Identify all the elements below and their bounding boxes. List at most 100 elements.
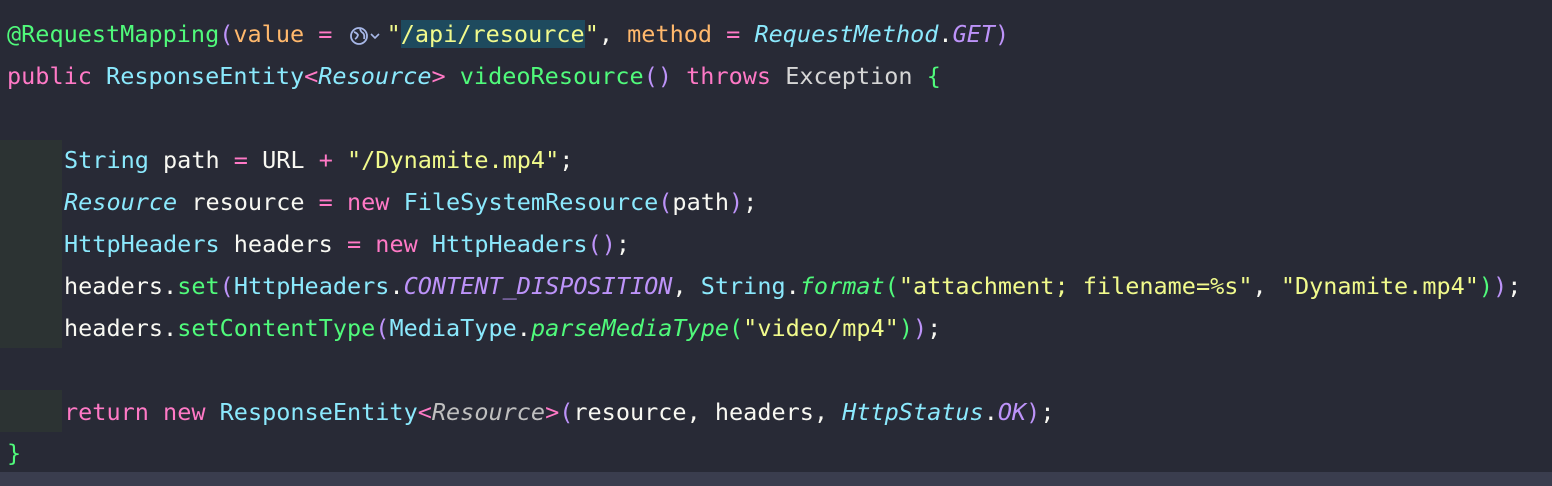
headers-object: headers xyxy=(64,314,164,342)
resource-type: Resource xyxy=(64,188,178,216)
operator: = xyxy=(233,146,248,174)
paren: ) xyxy=(1478,272,1494,300)
generic-open: < xyxy=(417,398,432,426)
set-method: set xyxy=(177,272,220,300)
format-method: format xyxy=(799,272,885,300)
dot: . xyxy=(163,272,178,300)
new-keyword: new xyxy=(163,398,206,426)
code-line-10[interactable]: } xyxy=(7,432,21,474)
comma: , xyxy=(598,20,628,48)
content-disposition-constant: CONTENT_DISPOSITION xyxy=(403,272,673,300)
dot: . xyxy=(163,314,178,342)
horizontal-scrollbar[interactable] xyxy=(0,472,1552,486)
dot: . xyxy=(516,314,531,342)
code-line-3[interactable]: String path = URL + "/Dynamite.mp4"; xyxy=(64,139,573,181)
new-keyword: new xyxy=(375,230,418,258)
semicolon: ; xyxy=(1040,398,1055,426)
semicolon: ; xyxy=(743,188,758,216)
code-line-5[interactable]: HttpHeaders headers = new HttpHeaders(); xyxy=(64,223,630,265)
headers-type: HttpHeaders xyxy=(64,230,220,258)
public-keyword: public xyxy=(7,62,107,90)
class-name: HttpHeaders xyxy=(233,272,390,300)
operator: = xyxy=(318,188,333,216)
code-editor[interactable]: @RequestMapping(value = "/api/resource",… xyxy=(0,0,1552,486)
semicolon: ; xyxy=(615,230,630,258)
method-param: method xyxy=(627,20,713,48)
headers-object: headers xyxy=(64,272,164,300)
resource-type: Resource xyxy=(318,62,432,90)
string-literal: "video/mp4" xyxy=(743,314,899,342)
class-name: HttpHeaders xyxy=(431,230,588,258)
paren: ) xyxy=(898,314,913,342)
open-brace: { xyxy=(926,62,941,90)
argument: path xyxy=(672,188,730,216)
request-mapping-annotation: @RequestMapping xyxy=(7,20,220,48)
generic-type: Resource xyxy=(431,398,546,426)
method-name: videoResource xyxy=(459,62,644,90)
get-constant: GET xyxy=(952,20,996,48)
semicolon: ; xyxy=(927,314,942,342)
string-class: String xyxy=(700,272,786,300)
url-path-string[interactable]: /api/resource xyxy=(400,20,585,48)
generic-open: < xyxy=(304,62,319,90)
headers-var: headers xyxy=(219,230,347,258)
dot: . xyxy=(785,272,800,300)
comma: , xyxy=(1252,272,1281,300)
new-keyword: new xyxy=(346,188,390,216)
semicolon: ; xyxy=(559,146,574,174)
operator: + xyxy=(318,146,333,174)
return-keyword: return xyxy=(64,398,149,426)
chevron-down-icon[interactable] xyxy=(369,31,381,41)
paren: ( xyxy=(559,398,574,426)
class-name: MediaType xyxy=(389,314,517,342)
string-quote: " xyxy=(584,20,599,48)
code-line-7[interactable]: headers.setContentType(MediaType.parseMe… xyxy=(64,307,941,349)
close-brace: } xyxy=(7,439,22,467)
code-line-9[interactable]: return new ResponseEntity<Resource>(reso… xyxy=(64,391,1054,433)
dot: . xyxy=(983,398,998,426)
code-line-2[interactable]: public ResponseEntity<Resource> videoRes… xyxy=(7,55,941,97)
string-type: String xyxy=(64,146,149,174)
dot: . xyxy=(938,20,953,48)
arguments: resource, headers, xyxy=(573,398,843,426)
response-entity-type: ResponseEntity xyxy=(106,62,305,90)
string-literal: "attachment; filename=%s" xyxy=(898,272,1253,300)
paren: ( xyxy=(375,314,390,342)
string-literal: "Dynamite.mp4" xyxy=(1280,272,1479,300)
string-literal: "/Dynamite.mp4" xyxy=(347,146,560,174)
paren: ( xyxy=(219,20,234,48)
code-line-4[interactable]: Resource resource = new FileSystemResour… xyxy=(64,181,757,223)
ok-constant: OK xyxy=(997,398,1027,426)
code-line-1[interactable]: @RequestMapping(value = "/api/resource",… xyxy=(7,13,1009,55)
resource-var: resource xyxy=(177,188,319,216)
paren: ( xyxy=(729,314,744,342)
paren: ( xyxy=(219,272,234,300)
globe-icon[interactable] xyxy=(349,26,369,46)
value-param: value xyxy=(233,20,305,48)
parens: () xyxy=(643,62,673,90)
class-name: ResponseEntity xyxy=(219,398,418,426)
set-content-type-method: setContentType xyxy=(177,314,376,342)
generic-close: > xyxy=(545,398,560,426)
paren: ) xyxy=(912,314,928,342)
url-const: URL xyxy=(247,146,319,174)
operator: = xyxy=(712,20,755,48)
indent-guide-block-2 xyxy=(0,390,62,432)
throws-keyword: throws xyxy=(672,62,786,90)
exception-type: Exception xyxy=(785,62,927,90)
paren: ) xyxy=(995,20,1010,48)
class-name: FileSystemResource xyxy=(403,188,659,216)
parse-media-type-method: parseMediaType xyxy=(530,314,730,342)
operator: = xyxy=(346,230,362,258)
paren: ) xyxy=(1493,272,1508,300)
code-line-6[interactable]: headers.set(HttpHeaders.CONTENT_DISPOSIT… xyxy=(64,265,1521,307)
paren: ( xyxy=(658,188,673,216)
